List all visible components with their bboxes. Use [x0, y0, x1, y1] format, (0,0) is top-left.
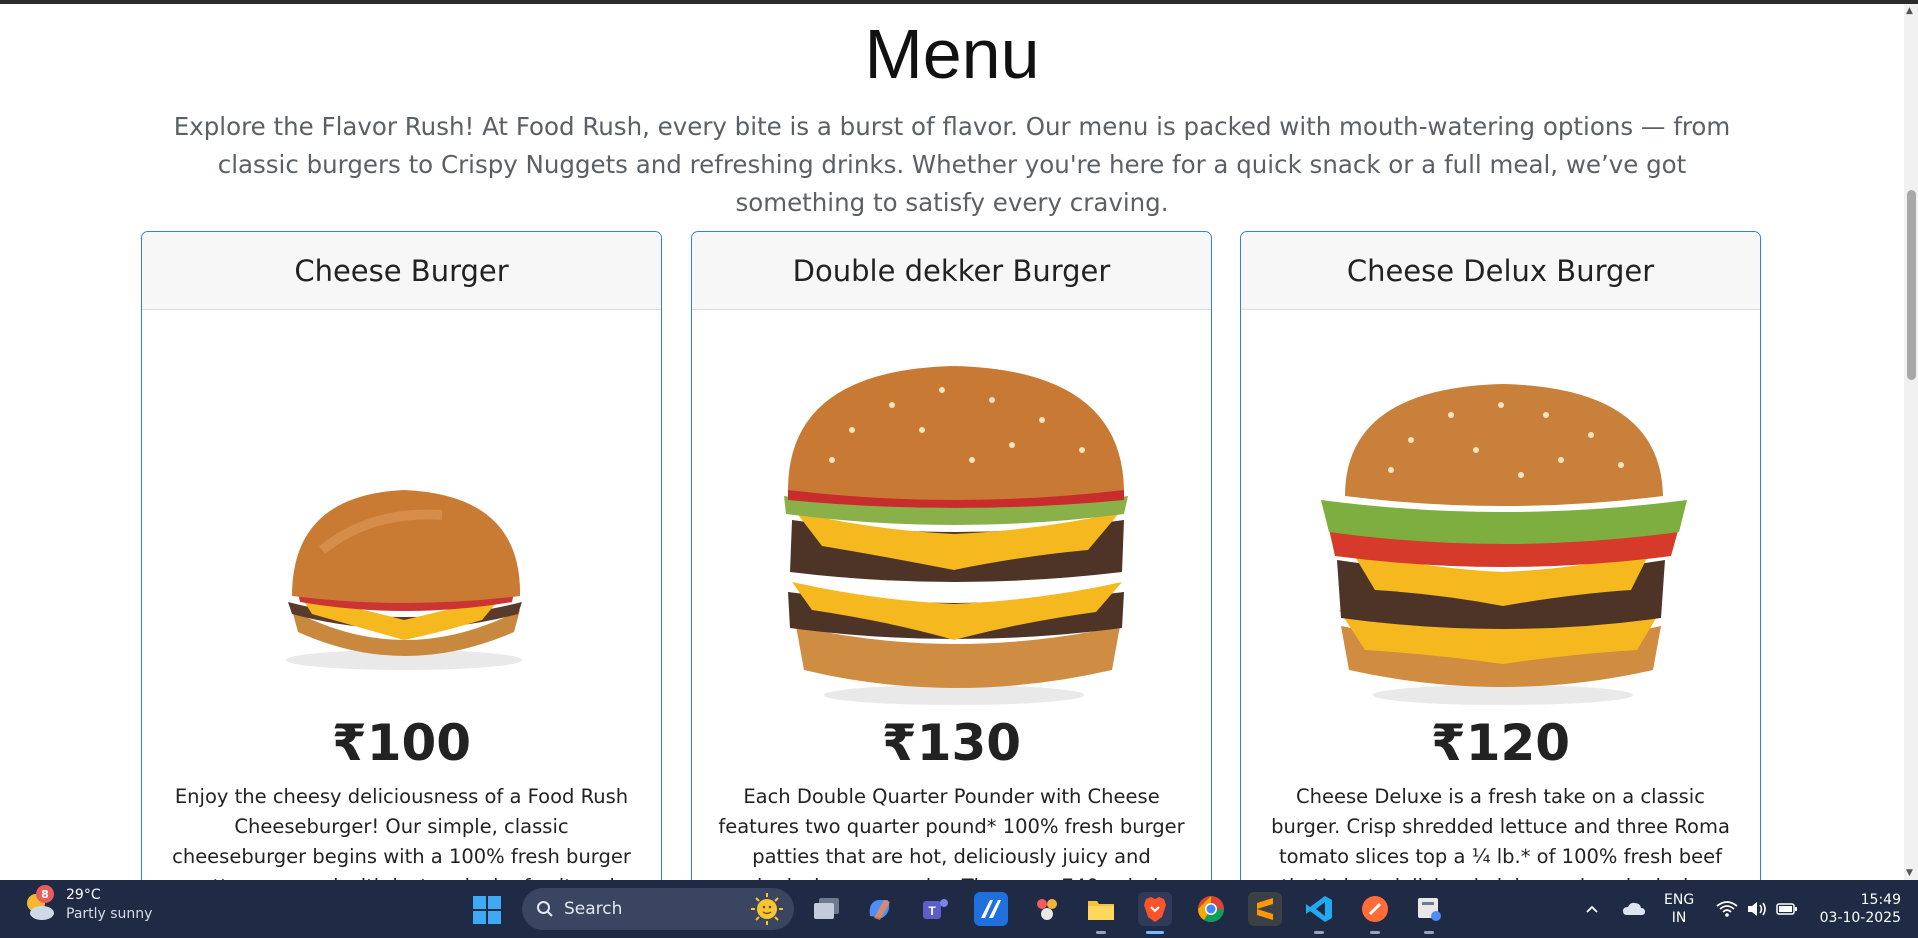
partly-sunny-icon: 8 [22, 885, 58, 923]
weather-widget[interactable]: 8 29°C Partly sunny [22, 885, 153, 924]
menu-description: Explore the Flavor Rush! At Food Rush, e… [173, 112, 1731, 217]
teams-icon[interactable]: T [918, 892, 952, 926]
system-clock[interactable]: 15:49 03-10-2025 [1815, 891, 1901, 927]
windows-taskbar: 8 29°C Partly sunny Search T ENG IN 15:4… [0, 880, 1918, 938]
card-description: Each Double Quarter Pounder with Cheese … [718, 785, 1185, 880]
editor-icon[interactable] [974, 892, 1008, 926]
language-indicator[interactable]: ENG IN [1664, 891, 1694, 927]
scroll-down-arrow-icon[interactable]: ▼ [1906, 868, 1913, 878]
folder-icon[interactable] [1084, 892, 1118, 934]
scroll-up-arrow-icon[interactable]: ▲ [1906, 6, 1913, 16]
onedrive-cloud-icon[interactable] [1622, 880, 1646, 938]
page-scrollbar[interactable]: ▲ ▼ [1904, 4, 1918, 880]
show-hidden-icons-chevron-icon[interactable] [1584, 880, 1600, 938]
page-title: Menu [864, 15, 1040, 93]
search-placeholder: Search [564, 899, 623, 919]
search-icon [537, 901, 553, 917]
battery-icon[interactable] [1776, 880, 1798, 938]
weather-condition: Partly sunny [66, 906, 153, 922]
postman-icon[interactable] [1358, 892, 1392, 934]
card-description: Cheese Deluxe is a fresh take on a class… [1271, 785, 1730, 880]
menu-card-cheese-delux-burger[interactable]: Cheese Delux Burger ₹120 Cheese Deluxe i… [1240, 231, 1761, 880]
chrome-icon[interactable] [1194, 892, 1228, 926]
card-title: Double dekker Burger [692, 232, 1211, 310]
burger-image [142, 310, 661, 710]
burger-image [1241, 310, 1760, 710]
copilot-icon[interactable] [862, 892, 896, 926]
card-price: ₹130 [881, 714, 1022, 772]
weather-badge: 8 [36, 885, 54, 903]
menu-card-double-dekker-burger[interactable]: Double dekker Burger ₹130 Each Double Qu… [691, 231, 1212, 880]
snipping-icon[interactable] [1030, 892, 1064, 926]
clock-date: 03-10-2025 [1819, 910, 1901, 926]
page-content: Menu Explore the Flavor Rush! At Food Ru… [0, 4, 1904, 880]
card-title: Cheese Delux Burger [1241, 232, 1760, 310]
svg-text:T: T [928, 904, 936, 918]
volume-icon[interactable] [1746, 880, 1768, 938]
wifi-icon[interactable] [1716, 880, 1738, 938]
burger-image [692, 310, 1211, 710]
card-price: ₹100 [331, 714, 472, 772]
sublime-icon[interactable] [1248, 892, 1282, 926]
windows-start-icon[interactable] [472, 895, 502, 925]
vscode-icon[interactable] [1302, 892, 1336, 934]
card-title: Cheese Burger [142, 232, 661, 310]
snip-tool-icon[interactable] [1412, 892, 1446, 934]
sun-emoji-icon [751, 893, 783, 925]
card-description: Enjoy the cheesy deliciousness of a Food… [172, 785, 631, 880]
taskbar-search[interactable]: Search [522, 888, 794, 930]
brave-icon[interactable] [1138, 892, 1172, 934]
menu-card-cheese-burger[interactable]: Cheese Burger ₹100 Enjoy the cheesy deli… [141, 231, 662, 880]
weather-temp: 29°C [66, 887, 101, 903]
clock-time: 15:49 [1860, 892, 1901, 908]
scroll-thumb[interactable] [1907, 190, 1916, 380]
card-price: ₹120 [1430, 714, 1571, 772]
task-view-icon[interactable] [810, 892, 844, 926]
